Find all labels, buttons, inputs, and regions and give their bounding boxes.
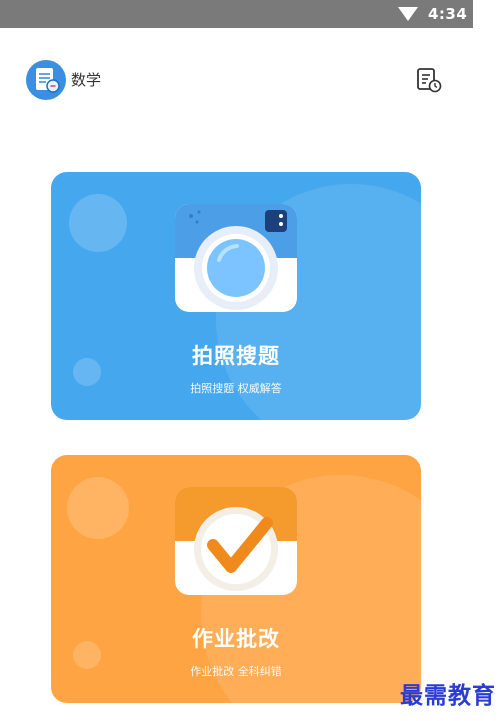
checkmark-icon <box>175 487 297 595</box>
history-icon[interactable] <box>414 66 444 94</box>
homework-correction-subtitle: 作业批改 全科纠错 <box>190 665 282 678</box>
status-bar: 4:34 <box>0 0 473 28</box>
homework-correction-title: 作业批改 <box>192 627 280 651</box>
header: 数学 <box>0 28 502 128</box>
decor-bubble <box>69 194 127 252</box>
photo-search-card[interactable]: 拍照搜题 拍照搜题 权威解答 <box>51 172 421 420</box>
photo-search-title: 拍照搜题 <box>192 344 280 368</box>
subject-label[interactable]: 数学 <box>71 69 101 90</box>
homework-correction-card[interactable]: 作业批改 作业批改 全科纠错 <box>51 455 421 703</box>
watermark-text: 最需教育 <box>400 682 496 709</box>
wifi-icon <box>398 7 418 21</box>
status-time: 4:34 <box>428 5 468 23</box>
camera-icon <box>175 204 297 312</box>
decor-bubble <box>67 477 129 539</box>
photo-search-subtitle: 拍照搜题 权威解答 <box>190 382 282 395</box>
subject-math-icon[interactable] <box>26 60 66 100</box>
